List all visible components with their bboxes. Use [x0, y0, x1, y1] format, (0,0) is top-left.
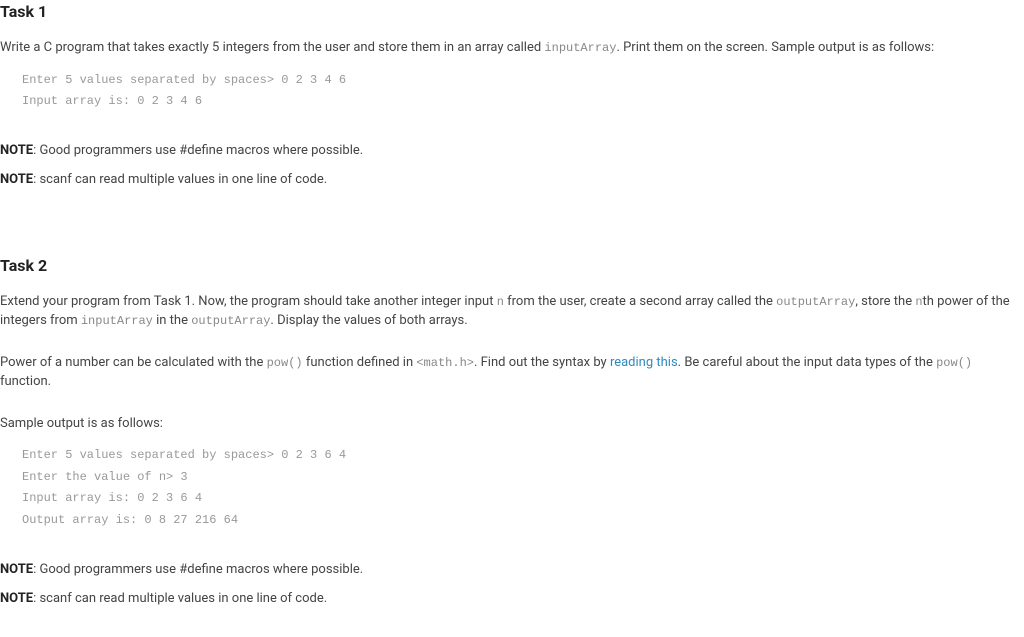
task1-section: Task 1 Write a C program that takes exac…	[0, 0, 1024, 190]
reading-this-link[interactable]: reading this	[610, 355, 678, 370]
task2-note1-text: : Good programmers use #define macros wh…	[33, 562, 363, 577]
task2-p1-code1: n	[497, 295, 504, 309]
task2-p2: Power of a number can be calculated with…	[0, 353, 1024, 392]
task2-p1-f: . Display the values of both arrays.	[270, 313, 467, 328]
task2-heading: Task 2	[0, 254, 1024, 278]
task1-intro-suffix: . Print them on the screen. Sample outpu…	[616, 40, 934, 55]
task2-p1-code4: inputArray	[81, 314, 153, 328]
task2-p2-code1: pow()	[267, 356, 303, 370]
task1-note2-text: : scanf can read multiple values in one …	[33, 172, 327, 187]
task2-section: Task 2 Extend your program from Task 1. …	[0, 254, 1024, 609]
task2-note2-label: NOTE	[0, 591, 33, 606]
task1-note2-label: NOTE	[0, 172, 33, 187]
task2-note1-label: NOTE	[0, 562, 33, 577]
task2-p1-a: Extend your program from Task 1. Now, th…	[0, 294, 497, 309]
task1-intro-code: inputArray	[544, 41, 616, 55]
task2-sample-label: Sample output is as follows:	[0, 414, 1024, 434]
task2-p1-b: from the user, create a second array cal…	[504, 294, 776, 309]
task2-p2-code2: <math.h>	[416, 356, 474, 370]
task2-p2-d: . Be careful about the input data types …	[678, 355, 936, 370]
task2-p2-e: function.	[0, 374, 51, 389]
task2-p2-code3: pow()	[936, 356, 972, 370]
task2-note1: NOTE: Good programmers use #define macro…	[0, 560, 1024, 580]
task1-note1: NOTE: Good programmers use #define macro…	[0, 141, 1024, 161]
task2-sample-output: Enter 5 values separated by spaces> 0 2 …	[22, 445, 1024, 531]
task2-p1-code5: outputArray	[191, 314, 270, 328]
task2-p1-code2: outputArray	[776, 295, 855, 309]
task2-p1-e: in the	[153, 313, 191, 328]
task1-heading: Task 1	[0, 0, 1024, 24]
task1-intro-prefix: Write a C program that takes exactly 5 i…	[0, 40, 544, 55]
task2-note2-text: : scanf can read multiple values in one …	[33, 591, 327, 606]
task1-note2: NOTE: scanf can read multiple values in …	[0, 170, 1024, 190]
task2-p1-c: , store the	[855, 294, 915, 309]
task1-intro: Write a C program that takes exactly 5 i…	[0, 38, 1024, 58]
task2-p1-code3: n	[915, 295, 922, 309]
task1-sample-output: Enter 5 values separated by spaces> 0 2 …	[22, 70, 1024, 113]
task2-p2-b: function defined in	[303, 355, 417, 370]
task2-p2-c: . Find out the syntax by	[474, 355, 610, 370]
task2-p1: Extend your program from Task 1. Now, th…	[0, 292, 1024, 331]
task1-note1-label: NOTE	[0, 143, 33, 158]
task1-note1-text: : Good programmers use #define macros wh…	[33, 143, 363, 158]
task2-p2-a: Power of a number can be calculated with…	[0, 355, 267, 370]
